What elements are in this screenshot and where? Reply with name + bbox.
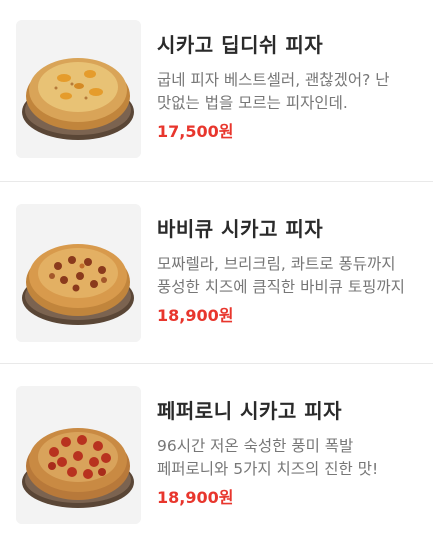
- menu-item-bbq-chicago[interactable]: 바비큐 시카고 피자 모짜렐라, 브리크림, 콰트로 퐁듀까지 풍성한 치즈에 …: [0, 182, 433, 364]
- menu-item-name[interactable]: 바비큐 시카고 피자: [157, 216, 423, 242]
- menu-item-info: 페퍼로니 시카고 피자 96시간 저온 숙성한 풍미 폭발 페퍼로니와 5가지 …: [157, 398, 423, 509]
- menu-item-name[interactable]: 시카고 딥디쉬 피자: [157, 32, 423, 58]
- pizza-pepperoni-icon[interactable]: [16, 386, 141, 524]
- pizza-bbq-icon[interactable]: [16, 204, 141, 342]
- menu-item-price: 17,500원: [157, 122, 234, 141]
- menu-item-description: 굽네 피자 베스트셀러, 괜찮겠어? 난 맛없는 법을 모르는 피자인데.: [157, 71, 390, 112]
- menu-item-price: 18,900원: [157, 488, 234, 507]
- menu-list: 시카고 딥디쉬 피자 굽네 피자 베스트셀러, 괜찮겠어? 난 맛없는 법을 모…: [0, 0, 433, 546]
- menu-item-description: 96시간 저온 숙성한 풍미 폭발 페퍼로니와 5가지 치즈의 진한 맛!: [157, 437, 379, 478]
- menu-item-info: 시카고 딥디쉬 피자 굽네 피자 베스트셀러, 괜찮겠어? 난 맛없는 법을 모…: [157, 32, 423, 143]
- pizza-deep-dish-icon[interactable]: [16, 20, 141, 158]
- menu-item-description: 모짜렐라, 브리크림, 콰트로 퐁듀까지 풍성한 치즈에 큼직한 바비큐 토핑까…: [157, 255, 405, 296]
- menu-item-chicago-deep-dish[interactable]: 시카고 딥디쉬 피자 굽네 피자 베스트셀러, 괜찮겠어? 난 맛없는 법을 모…: [0, 0, 433, 182]
- menu-item-info: 바비큐 시카고 피자 모짜렐라, 브리크림, 콰트로 퐁듀까지 풍성한 치즈에 …: [157, 216, 423, 327]
- menu-item-name[interactable]: 페퍼로니 시카고 피자: [157, 398, 423, 424]
- menu-item-price: 18,900원: [157, 306, 234, 325]
- menu-item-pepperoni-chicago[interactable]: 페퍼로니 시카고 피자 96시간 저온 숙성한 풍미 폭발 페퍼로니와 5가지 …: [0, 364, 433, 546]
